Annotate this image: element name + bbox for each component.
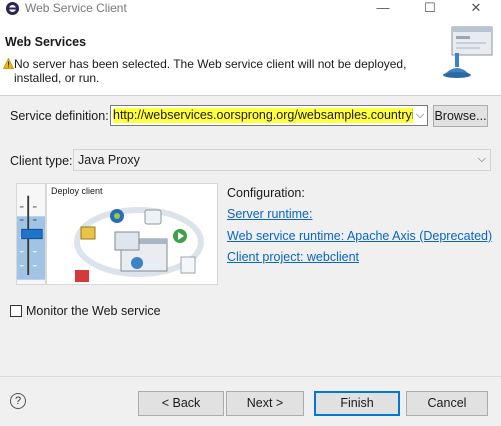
warning-message: No server has been selected. The Web ser… — [14, 57, 407, 85]
client-type-select[interactable]: Java Proxy ⌵ — [73, 149, 491, 171]
page-title: Web Services — [5, 35, 87, 49]
cancel-button[interactable]: Cancel — [406, 391, 488, 416]
eclipse-app-icon — [6, 2, 19, 15]
finish-button[interactable]: Finish — [314, 391, 400, 416]
deployment-cycle-icon — [74, 207, 204, 282]
minimize-button[interactable]: — — [367, 0, 399, 18]
chevron-down-icon[interactable]: ⌵ — [413, 106, 427, 125]
browse-button[interactable]: Browse... — [433, 105, 488, 127]
title-bar: Web Service Client — ☐ ✕ — [0, 0, 501, 18]
deploy-client-graphic: Deploy client — [46, 183, 218, 285]
back-button[interactable]: < Back — [138, 391, 224, 416]
web-service-runtime-link[interactable]: Web service runtime: Apache Axis (Deprec… — [227, 229, 492, 243]
header-separator — [0, 95, 501, 96]
service-definition-label: Service definition: — [10, 109, 109, 123]
chevron-down-icon: ⌵ — [477, 153, 486, 165]
server-runtime-link[interactable]: Server runtime: — [227, 207, 312, 221]
client-project-link[interactable]: Client project: webclient — [227, 250, 359, 264]
client-type-value: Java Proxy — [78, 153, 140, 167]
help-icon[interactable]: ? — [10, 393, 26, 409]
service-definition-value[interactable]: http://webservices.oorsprong.org/websamp… — [113, 108, 427, 123]
monitor-checkbox[interactable] — [10, 305, 22, 317]
configuration-label: Configuration: — [227, 186, 305, 200]
web-service-wizard-banner-icon — [443, 26, 493, 78]
client-type-label: Client type: — [10, 154, 73, 168]
maximize-button[interactable]: ☐ — [414, 0, 446, 18]
footer-separator — [0, 376, 501, 377]
window-title: Web Service Client — [25, 1, 127, 15]
close-button[interactable]: ✕ — [460, 0, 492, 18]
wizard-header: Web Services No server has been selected… — [0, 18, 501, 95]
monitor-label: Monitor the Web service — [26, 304, 161, 318]
service-definition-combo[interactable]: http://webservices.oorsprong.org/websamp… — [110, 105, 428, 126]
client-deploy-level-slider[interactable] — [16, 183, 46, 285]
next-button[interactable]: Next > — [226, 391, 304, 416]
warning-icon — [3, 58, 14, 69]
